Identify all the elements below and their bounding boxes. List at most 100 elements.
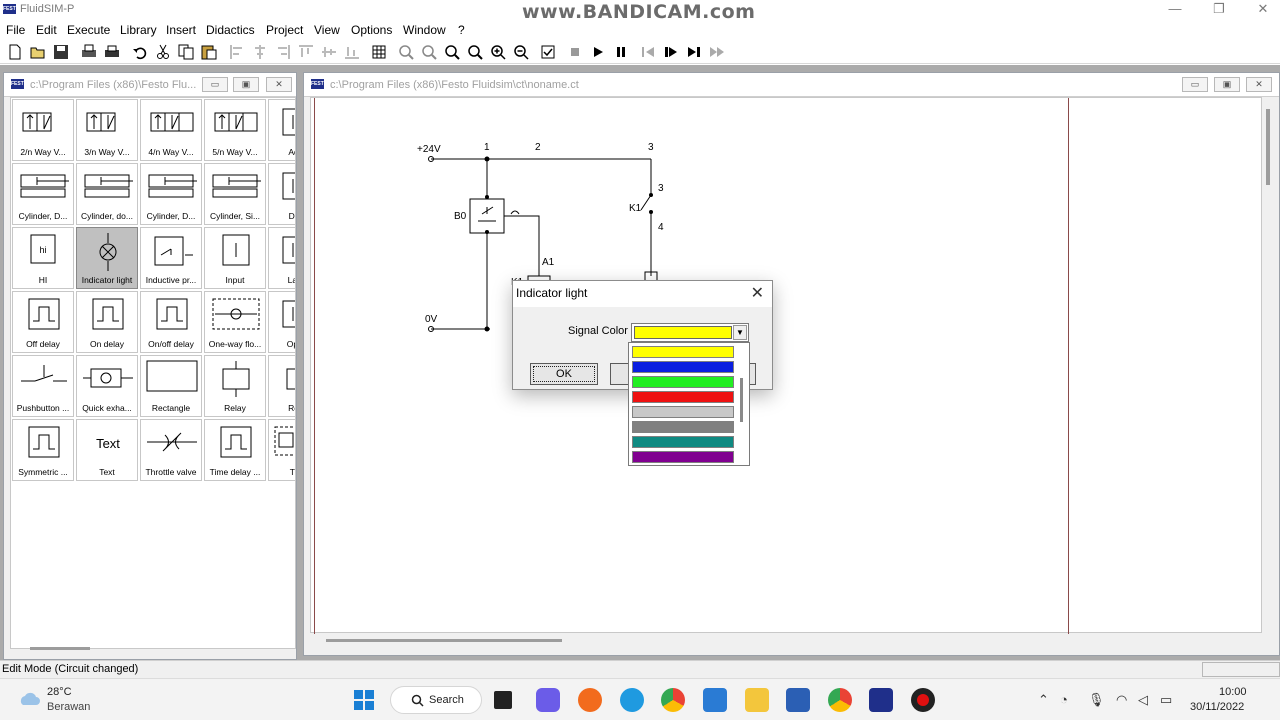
- reset-icon[interactable]: [639, 43, 657, 61]
- library-item-time[interactable]: Time: [268, 419, 295, 481]
- library-close-button[interactable]: ✕: [266, 77, 292, 92]
- library-item-cylinder-single[interactable]: Cylinder, Si...: [204, 163, 266, 225]
- teams-chat-icon[interactable]: [536, 688, 560, 712]
- align-middle-icon[interactable]: [320, 43, 338, 61]
- library-item-rectangle[interactable]: Rectangle: [140, 355, 202, 417]
- circuit-vertical-scrollbar[interactable]: [1266, 109, 1270, 185]
- close-button[interactable]: ✕: [1248, 0, 1278, 18]
- dropdown-scrollbar[interactable]: [740, 378, 743, 422]
- weather-cloud-icon[interactable]: [17, 689, 41, 709]
- menu-project[interactable]: Project: [266, 23, 303, 37]
- zoom-in-icon[interactable]: [489, 43, 507, 61]
- library-item-relay-2[interactable]: Relay: [268, 355, 295, 417]
- library-item-detent[interactable]: Deter: [268, 163, 295, 225]
- menu-execute[interactable]: Execute: [67, 23, 110, 37]
- library-item-inductive-sensor[interactable]: Inductive pr...: [140, 227, 202, 289]
- circuit-minimize-button[interactable]: ▭: [1182, 77, 1208, 92]
- copy-icon[interactable]: [177, 43, 195, 61]
- library-item-latching[interactable]: Latchi: [268, 227, 295, 289]
- dialog-close-icon[interactable]: ✕: [751, 283, 764, 303]
- new-file-icon[interactable]: [6, 43, 24, 61]
- circuit-close-button[interactable]: ✕: [1246, 77, 1272, 92]
- library-item-valve-4way[interactable]: 4/n Way V...: [140, 99, 202, 161]
- microphone-icon[interactable]: 🎙: [1088, 692, 1105, 708]
- align-center-icon[interactable]: [251, 43, 269, 61]
- color-option[interactable]: [632, 346, 734, 358]
- minimize-button[interactable]: —: [1160, 0, 1190, 18]
- library-item-on-off-delay[interactable]: On/off delay: [140, 291, 202, 353]
- stop-icon[interactable]: [566, 43, 584, 61]
- restore-button[interactable]: ❐: [1204, 0, 1234, 18]
- library-item-quick-exhaust[interactable]: Quick exha...: [76, 355, 138, 417]
- check-drawing-icon[interactable]: [539, 43, 557, 61]
- zoom-page-icon[interactable]: [466, 43, 484, 61]
- volume-icon[interactable]: ◁: [1138, 692, 1148, 708]
- library-item-on-delay[interactable]: On delay: [76, 291, 138, 353]
- open-folder-icon[interactable]: [29, 43, 47, 61]
- color-option[interactable]: [632, 436, 734, 448]
- chevron-up-icon[interactable]: ⌃: [1038, 692, 1049, 708]
- edge-icon[interactable]: [620, 688, 644, 712]
- file-explorer-icon[interactable]: [745, 688, 769, 712]
- play-icon[interactable]: [589, 43, 607, 61]
- color-option[interactable]: [632, 361, 734, 373]
- color-option[interactable]: [632, 406, 734, 418]
- taskbar-search[interactable]: Search: [390, 686, 482, 714]
- save-icon[interactable]: [52, 43, 70, 61]
- align-left-icon[interactable]: [228, 43, 246, 61]
- library-item-indicator-light[interactable]: Indicator light: [76, 227, 138, 289]
- chrome-profile-icon[interactable]: [828, 688, 852, 712]
- bandicam-record-icon[interactable]: [911, 688, 935, 712]
- library-item-input[interactable]: Input: [204, 227, 266, 289]
- simulate-to-state-icon[interactable]: [685, 43, 703, 61]
- fluidsim-taskbar-icon[interactable]: [869, 688, 893, 712]
- battery-icon[interactable]: ▭: [1160, 692, 1172, 708]
- pause-icon[interactable]: [612, 43, 630, 61]
- menu-options[interactable]: Options: [351, 23, 392, 37]
- color-option[interactable]: [632, 451, 734, 463]
- print-icon[interactable]: [103, 43, 121, 61]
- library-item-adjustable[interactable]: Adjus: [268, 99, 295, 161]
- library-item-symmetric[interactable]: Symmetric ...: [12, 419, 74, 481]
- b0-sensor-symbol[interactable]: [469, 198, 505, 234]
- library-item-relay[interactable]: Relay: [204, 355, 266, 417]
- firefox-icon[interactable]: [578, 688, 602, 712]
- menu-didactics[interactable]: Didactics: [206, 23, 255, 37]
- library-maximize-button[interactable]: ▣: [233, 77, 259, 92]
- align-right-icon[interactable]: [274, 43, 292, 61]
- print-preview-icon[interactable]: [80, 43, 98, 61]
- menu-window[interactable]: Window: [403, 23, 446, 37]
- library-item-pushbutton[interactable]: Pushbutton ...: [12, 355, 74, 417]
- library-item-throttle-valve[interactable]: Throttle valve: [140, 419, 202, 481]
- word-icon[interactable]: [786, 688, 810, 712]
- circuit-maximize-button[interactable]: ▣: [1214, 77, 1240, 92]
- chevron-down-icon[interactable]: ▼: [733, 325, 747, 340]
- library-horizontal-scrollbar[interactable]: [30, 647, 90, 650]
- library-item-off-delay[interactable]: Off delay: [12, 291, 74, 353]
- color-option[interactable]: [632, 421, 734, 433]
- windows-start-icon[interactable]: [353, 689, 375, 711]
- library-item-hi[interactable]: hi HI: [12, 227, 74, 289]
- library-item-text[interactable]: Text Text: [76, 419, 138, 481]
- zoom-previous-icon[interactable]: [420, 43, 438, 61]
- undo-icon[interactable]: [131, 43, 149, 61]
- menu-help[interactable]: ?: [458, 23, 465, 37]
- ok-button[interactable]: OK: [530, 363, 598, 385]
- library-item-valve-2way[interactable]: 2/n Way V...: [12, 99, 74, 161]
- zoom-window-icon[interactable]: [397, 43, 415, 61]
- library-item-cylinder-double-2[interactable]: Cylinder, D...: [140, 163, 202, 225]
- library-item-cylinder-double-rod[interactable]: Cylinder, do...: [76, 163, 138, 225]
- library-item-valve-5way[interactable]: 5/n Way V...: [204, 99, 266, 161]
- library-minimize-button[interactable]: ▭: [202, 77, 228, 92]
- zoom-out-icon[interactable]: [512, 43, 530, 61]
- task-view-icon[interactable]: [494, 691, 512, 709]
- library-item-one-way-flow[interactable]: One-way flo...: [204, 291, 266, 353]
- signal-color-select[interactable]: ▼: [631, 323, 749, 342]
- color-option[interactable]: [632, 391, 734, 403]
- menu-view[interactable]: View: [314, 23, 340, 37]
- network-status-icon[interactable]: ◔: [1060, 692, 1068, 707]
- mail-icon[interactable]: [703, 688, 727, 712]
- menu-insert[interactable]: Insert: [166, 23, 196, 37]
- paste-icon[interactable]: [200, 43, 218, 61]
- circuit-horizontal-scrollbar[interactable]: [326, 639, 562, 642]
